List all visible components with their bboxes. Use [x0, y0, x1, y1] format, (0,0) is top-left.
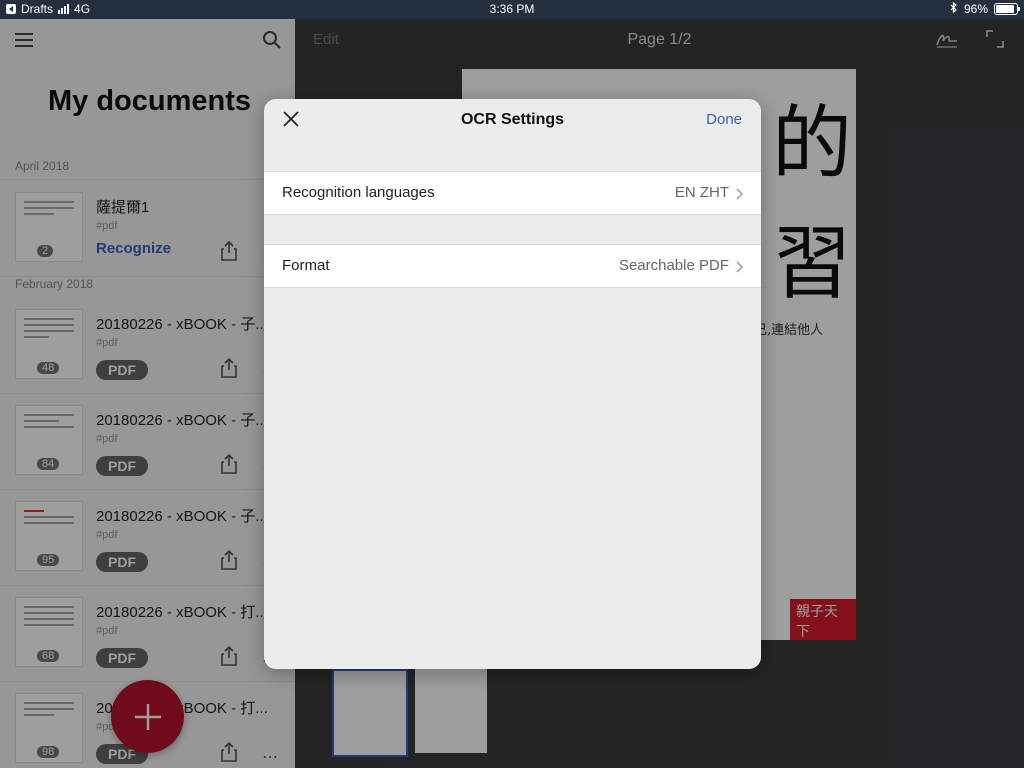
clock: 3:36 PM: [489, 2, 535, 16]
status-bar: Drafts 4G 3:36 PM 96%: [0, 0, 1024, 19]
status-right: 96%: [950, 1, 1020, 16]
battery-percent: 96%: [963, 2, 988, 16]
ocr-settings-dialog: OCR Settings Done Recognition languages …: [264, 99, 761, 669]
setting-value: Searchable PDF: [618, 257, 729, 274]
done-button[interactable]: Done: [706, 111, 742, 128]
format-row[interactable]: Format Searchable PDF: [264, 244, 761, 288]
setting-label: Recognition languages: [282, 184, 435, 201]
setting-value: EN ZHT: [674, 184, 729, 201]
chevron-right-icon: [736, 260, 744, 278]
setting-label: Format: [282, 257, 330, 274]
bluetooth-icon: [950, 1, 958, 16]
recognition-languages-row[interactable]: Recognition languages EN ZHT: [264, 171, 761, 215]
battery-icon: [994, 3, 1020, 15]
dialog-title: OCR Settings: [460, 111, 565, 128]
chevron-right-icon: [736, 187, 744, 205]
dialog-header: OCR Settings Done: [264, 99, 761, 149]
